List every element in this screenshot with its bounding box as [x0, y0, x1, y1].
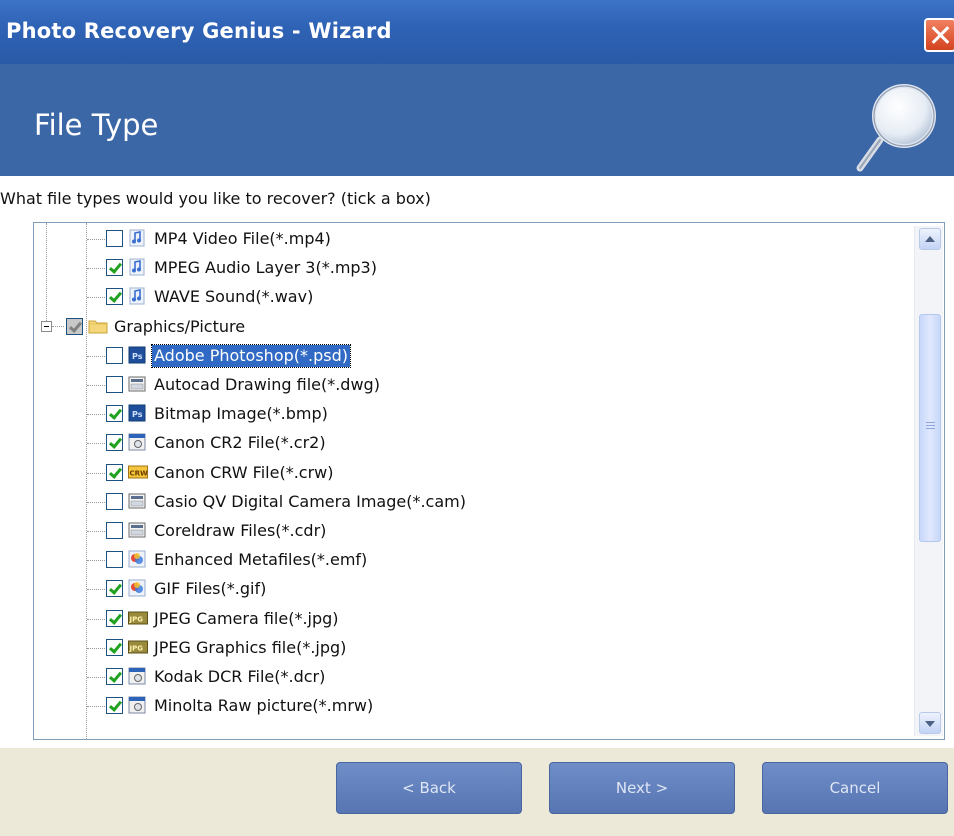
svg-text:JPG: JPG: [129, 644, 144, 652]
checkbox[interactable]: [106, 288, 123, 306]
metafile-icon: [128, 550, 146, 568]
tree-item[interactable]: Coreldraw Files(*.cdr): [34, 520, 914, 549]
image-file-icon: [128, 521, 146, 539]
tree-item[interactable]: JPG JPEG Graphics file(*.jpg): [34, 637, 914, 666]
tree-item-label: Bitmap Image(*.bmp): [154, 404, 328, 424]
raw-file-icon: [128, 433, 146, 451]
tree-item[interactable]: WAVE Sound(*.wav): [34, 286, 914, 315]
tree-item[interactable]: Kodak DCR File(*.dcr): [34, 666, 914, 695]
tree-item[interactable]: CRW Canon CRW File(*.crw): [34, 462, 914, 491]
checkbox[interactable]: [106, 230, 123, 247]
tree-item[interactable]: Ps Adobe Photoshop(*.psd): [34, 343, 914, 374]
checkbox[interactable]: [106, 346, 123, 364]
svg-text:Ps: Ps: [132, 352, 143, 361]
file-type-tree[interactable]: MP4 Video File(*.mp4) MPEG Audio Layer 3(…: [33, 222, 945, 740]
tree-item-label: Graphics/Picture: [114, 316, 246, 336]
checkbox[interactable]: [106, 638, 123, 656]
tree-item-label: Minolta Raw picture(*.mrw): [154, 696, 374, 716]
tree-item-label: Casio QV Digital Camera Image(*.cam): [154, 491, 466, 511]
tree-item-label: GIF Files(*.gif): [154, 579, 267, 599]
tree-item[interactable]: Canon CR2 File(*.cr2): [34, 432, 914, 461]
tree-item-label: Canon CRW File(*.crw): [154, 462, 334, 482]
tree-item-label: Autocad Drawing file(*.dwg): [154, 375, 380, 394]
raw-file-icon: [128, 667, 146, 685]
audio-file-icon: [128, 287, 146, 305]
tree-item[interactable]: Enhanced Metafiles(*.emf): [34, 549, 914, 578]
cancel-button[interactable]: Cancel: [762, 762, 948, 814]
checkbox[interactable]: [106, 668, 123, 685]
scroll-down-button[interactable]: [919, 712, 941, 734]
image-file-icon: [128, 492, 146, 510]
folder-icon: [88, 317, 108, 335]
photoshop-file-icon: Ps: [128, 404, 146, 422]
audio-file-icon: [128, 229, 146, 247]
tree-item[interactable]: Autocad Drawing file(*.dwg): [34, 374, 914, 403]
tree-item-label: Enhanced Metafiles(*.emf): [154, 550, 368, 570]
collapse-toggle[interactable]: [41, 320, 52, 332]
jpeg-file-icon: JPG: [128, 638, 148, 656]
tree-item-label: MPEG Audio Layer 3(*.mp3): [154, 258, 377, 278]
metafile-icon: [128, 579, 146, 597]
checkbox[interactable]: [106, 376, 123, 393]
tree-item-label: Canon CR2 File(*.cr2): [154, 433, 326, 453]
checkbox[interactable]: [106, 697, 123, 715]
back-button[interactable]: < Back: [336, 762, 522, 814]
tree-item[interactable]: MP4 Video File(*.mp4): [34, 228, 914, 257]
scroll-thumb[interactable]: [919, 314, 941, 542]
tree-item[interactable]: GIF Files(*.gif): [34, 578, 914, 607]
tree-item[interactable]: Minolta Raw picture(*.mrw): [34, 695, 914, 724]
instruction-text: What file types would you like to recove…: [0, 189, 431, 208]
checkbox[interactable]: [106, 551, 123, 569]
svg-text:CRW: CRW: [130, 469, 149, 477]
window-title: Photo Recovery Genius - Wizard: [6, 19, 392, 43]
tree-item[interactable]: JPG JPEG Camera file(*.jpg): [34, 608, 914, 637]
tree-group-graphics[interactable]: Graphics/Picture: [34, 316, 914, 345]
tree-item[interactable]: Ps Bitmap Image(*.bmp): [34, 403, 914, 432]
tree-scrollbar[interactable]: [914, 226, 943, 736]
checkbox[interactable]: [106, 405, 123, 423]
next-button[interactable]: Next >: [549, 762, 735, 814]
crw-file-icon: CRW: [128, 463, 149, 481]
header-banner: File Type: [0, 64, 954, 176]
checkbox[interactable]: [106, 492, 123, 510]
raw-file-icon: [128, 696, 146, 714]
jpeg-file-icon: JPG: [128, 609, 148, 627]
checkbox[interactable]: [106, 463, 123, 481]
svg-text:JPG: JPG: [129, 615, 144, 623]
checkbox[interactable]: [106, 434, 123, 452]
photoshop-file-icon: Ps: [128, 346, 146, 364]
tree-item-label: WAVE Sound(*.wav): [154, 287, 314, 307]
tree-item-label: Coreldraw Files(*.cdr): [154, 521, 327, 540]
checkbox[interactable]: [106, 580, 123, 598]
image-file-icon: [128, 375, 146, 393]
tree-item-label: Kodak DCR File(*.dcr): [154, 667, 326, 686]
checkbox[interactable]: [66, 317, 83, 335]
page-heading: File Type: [34, 108, 159, 142]
checkbox[interactable]: [106, 259, 123, 277]
magnifier-icon: [856, 84, 936, 172]
tree-item-label: Adobe Photoshop(*.psd): [151, 343, 351, 368]
close-button[interactable]: [924, 18, 954, 52]
title-bar: Photo Recovery Genius - Wizard: [0, 0, 954, 64]
tree-item-label: MP4 Video File(*.mp4): [154, 229, 331, 248]
tree-item-label: JPEG Graphics file(*.jpg): [154, 637, 347, 657]
checkbox[interactable]: [106, 609, 123, 627]
tree-item-label: JPEG Camera file(*.jpg): [154, 608, 339, 628]
tree-item[interactable]: MPEG Audio Layer 3(*.mp3): [34, 257, 914, 286]
checkbox[interactable]: [106, 522, 123, 539]
svg-text:Ps: Ps: [132, 410, 143, 419]
scroll-up-button[interactable]: [919, 228, 941, 250]
tree-item[interactable]: Casio QV Digital Camera Image(*.cam): [34, 491, 914, 520]
audio-file-icon: [128, 258, 146, 276]
